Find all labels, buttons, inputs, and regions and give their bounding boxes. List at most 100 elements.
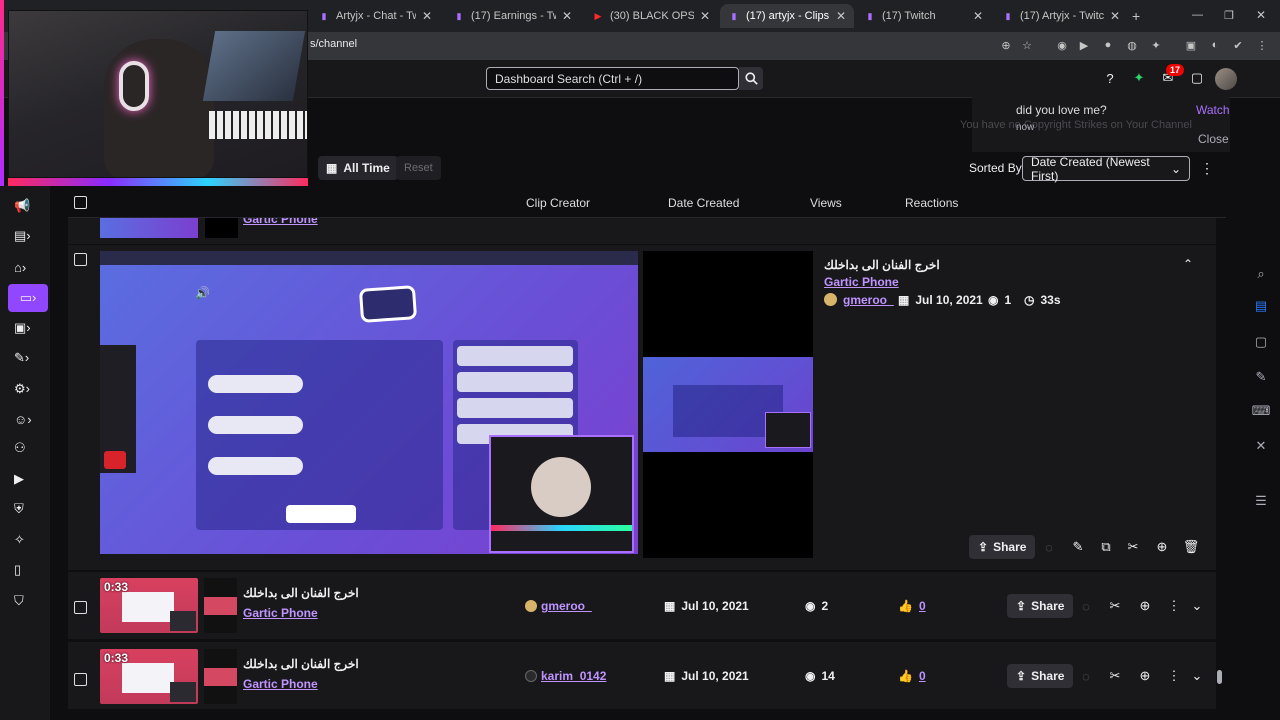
viewer-rewards-icon[interactable]: ☺›	[14, 409, 40, 429]
clip-game-link[interactable]: Gartic Phone	[824, 275, 899, 289]
clip-row-partial[interactable]: Gartic Phone	[68, 218, 1216, 244]
menu-kebab-icon[interactable]: ⋮	[1254, 37, 1270, 53]
extension-puzzle-icon[interactable]: ✧	[14, 530, 40, 550]
tab-youtube[interactable]: ▶ (30) BLACK OPS 2 ZOMBI ✕	[584, 4, 718, 28]
close-tab-icon[interactable]: ✕	[562, 9, 572, 23]
profile-icon[interactable]: ◐	[1207, 37, 1223, 53]
extension-icon[interactable]: ◉	[1054, 37, 1070, 53]
extensions-icon[interactable]: ✎›	[14, 348, 40, 368]
stream-tools-icon[interactable]: ▣›	[14, 318, 40, 338]
whispers-icon[interactable]: ▢	[1188, 69, 1206, 87]
close-tab-icon[interactable]: ✕	[836, 9, 846, 23]
megaphone-icon[interactable]: 📢	[14, 196, 40, 216]
more-options-icon[interactable]: ⋮	[1165, 597, 1183, 615]
guide-book-icon[interactable]: ▯	[14, 560, 40, 580]
chat-icon[interactable]: ▤	[1252, 297, 1270, 315]
insights-icon[interactable]: ▤›	[14, 226, 40, 246]
add-circle-icon[interactable]: ⊕	[1136, 667, 1154, 685]
customize-icon[interactable]: ☰	[1252, 492, 1270, 510]
close-window-icon[interactable]: ✕	[1256, 8, 1266, 22]
delete-trash-icon[interactable]: 🗑	[1182, 538, 1200, 556]
user-avatar[interactable]	[1215, 68, 1237, 90]
add-circle-icon[interactable]: ⊕	[1136, 597, 1154, 615]
tab-twitch[interactable]: ▮ (17) Twitch ✕	[856, 4, 991, 28]
clip-title[interactable]: اخرج الفنان الى بداخلك	[824, 258, 940, 272]
restore-icon[interactable]: ❐	[1224, 9, 1234, 22]
prime-loot-icon[interactable]: ✦	[1130, 69, 1148, 87]
search-button[interactable]	[739, 67, 763, 90]
activity-feed-icon[interactable]: ⌕	[1252, 265, 1270, 283]
collapse-chevron-up-icon[interactable]: ⌃	[1183, 257, 1193, 271]
row-checkbox[interactable]	[74, 601, 87, 614]
close-tab-icon[interactable]: ✕	[1110, 9, 1120, 23]
clip-game-link[interactable]: Gartic Phone	[243, 218, 318, 226]
bookmark-star-icon[interactable]: ☆	[1019, 37, 1035, 53]
clip-title[interactable]: اخرج الفنان الى بداخلك	[243, 586, 359, 600]
creator-camp-icon[interactable]: ⚇	[14, 438, 40, 458]
extension-icon[interactable]: ◍	[1124, 37, 1140, 53]
video-producer-icon[interactable]: ▶	[14, 469, 40, 489]
clip-creator-link[interactable]: karim_0142	[541, 669, 606, 683]
extension-icon[interactable]: ▶	[1076, 37, 1092, 53]
extension-icon[interactable]: ●	[1100, 37, 1116, 53]
help-icon[interactable]: ?	[1101, 69, 1119, 87]
edit-stream-info-icon[interactable]: ▢	[1252, 333, 1270, 351]
close-tab-icon[interactable]: ✕	[973, 9, 983, 23]
community-icon[interactable]: ⌂›	[14, 257, 40, 277]
game-controller-icon[interactable]: ⌨	[1252, 402, 1271, 420]
expand-chevron-down-icon[interactable]: ⌄	[1188, 597, 1206, 615]
content-icon[interactable]: ▭›	[8, 284, 48, 312]
header-date-created[interactable]: Date Created	[668, 196, 739, 210]
open-external-icon[interactable]: ⧉	[1097, 538, 1115, 556]
all-time-filter-button[interactable]: ▦ All Time	[318, 156, 398, 180]
edit-pencil-icon[interactable]: ✎	[1069, 538, 1087, 556]
header-views[interactable]: Views	[810, 196, 842, 210]
extension-icon[interactable]: ✔	[1230, 37, 1246, 53]
share-button[interactable]: ⇪ Share	[1007, 594, 1074, 618]
scissors-icon[interactable]: ✂	[1106, 667, 1124, 685]
minimize-icon[interactable]: —	[1192, 9, 1203, 21]
puzzle-icon[interactable]: ✦	[1148, 37, 1164, 53]
clip-title[interactable]: اخرج الفنان الى بداخلك	[243, 657, 359, 671]
new-tab-icon[interactable]: +	[1132, 8, 1140, 24]
header-clip-creator[interactable]: Clip Creator	[526, 196, 590, 210]
clip-creator-link[interactable]: gmeroo_	[843, 293, 894, 307]
dashboard-search-input[interactable]: Dashboard Search (Ctrl + /)	[486, 67, 739, 90]
share-button[interactable]: ⇪ Share	[969, 535, 1036, 559]
more-options-icon[interactable]: ⋮	[1165, 667, 1183, 685]
select-all-checkbox[interactable]	[74, 196, 87, 209]
clip-thumbnail[interactable]: 0:33	[100, 649, 198, 704]
header-reactions[interactable]: Reactions	[905, 196, 958, 210]
scissors-icon[interactable]: ✂	[1124, 538, 1142, 556]
scissors-icon[interactable]: ✂	[1106, 597, 1124, 615]
safety-icon[interactable]: ⛨	[14, 499, 40, 519]
tab-earnings[interactable]: ▮ (17) Earnings - Twitch ✕	[445, 4, 580, 28]
notification-watch-link[interactable]: Watch	[1196, 103, 1230, 117]
clip-creator-link[interactable]: gmeroo_	[541, 599, 592, 613]
sort-select[interactable]: Date Created (Newest First) ⌄	[1022, 155, 1190, 183]
tab-chat[interactable]: ▮ Artyjx - Chat - Twitch ✕	[310, 4, 440, 28]
clip-frame-thumbnail[interactable]	[643, 357, 813, 452]
settings-icon[interactable]: ⚙›	[14, 379, 40, 399]
expand-chevron-down-icon[interactable]: ⌄	[1188, 667, 1206, 685]
close-tab-icon[interactable]: ✕	[422, 9, 432, 23]
url-text[interactable]: s/channel	[310, 38, 357, 50]
stream-notes-icon[interactable]: ✎	[1252, 368, 1270, 386]
tab-clips-manager[interactable]: ▮ (17) artyjx - Clips Manage ✕	[720, 4, 854, 28]
sidepanel-icon[interactable]: ▣	[1183, 37, 1199, 53]
row-checkbox[interactable]	[74, 673, 87, 686]
row-checkbox[interactable]	[74, 253, 87, 266]
shield-icon[interactable]: ⛉	[14, 591, 40, 611]
clip-game-link[interactable]: Gartic Phone	[243, 677, 318, 691]
clip-reactions[interactable]: 👍 0	[898, 599, 926, 613]
tools-icon[interactable]: ✕	[1252, 437, 1270, 455]
clip-game-link[interactable]: Gartic Phone	[243, 606, 318, 620]
zoom-icon[interactable]: ⊕	[998, 37, 1014, 53]
share-button[interactable]: ⇪ Share	[1007, 664, 1074, 688]
add-circle-icon[interactable]: ⊕	[1153, 538, 1171, 556]
notification-close-button[interactable]: Close	[1198, 132, 1229, 146]
clip-reactions[interactable]: 👍 0	[898, 669, 926, 683]
scrollbar-thumb[interactable]	[1217, 670, 1222, 684]
close-tab-icon[interactable]: ✕	[700, 9, 710, 23]
tab-artyjx[interactable]: ▮ (17) Artyjx - Twitch ✕	[994, 4, 1128, 28]
